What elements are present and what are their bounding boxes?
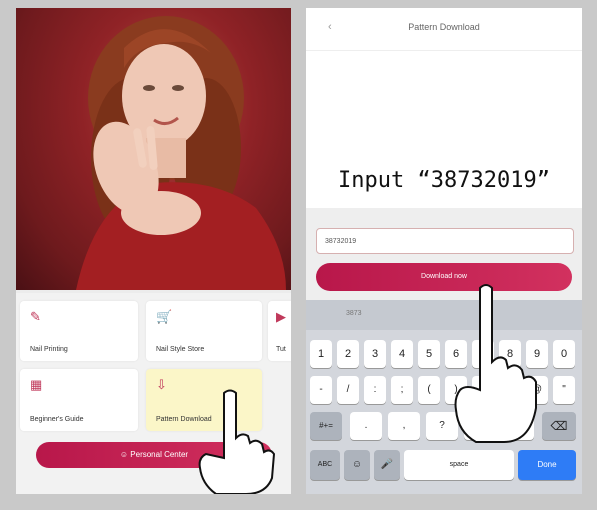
key-3[interactable]: 3 — [364, 340, 386, 368]
key-period[interactable]: . — [350, 412, 382, 440]
pattern-code-field[interactable] — [316, 228, 574, 254]
pointing-hand-icon — [198, 389, 276, 494]
pointing-hand-icon — [454, 284, 537, 443]
key-5[interactable]: 5 — [418, 340, 440, 368]
right-phone-screen: ‹ Pattern Download Input “38732019” Down… — [306, 8, 582, 494]
key-open-paren[interactable]: ( — [418, 376, 440, 404]
play-icon: ▶ — [276, 309, 286, 324]
cart-icon: 🛒 — [156, 309, 173, 324]
tile-beginners-guide[interactable]: ▦ Beginner's Guide — [20, 369, 138, 431]
personal-center-label: Personal Center — [130, 450, 189, 459]
key-1[interactable]: 1 — [310, 340, 332, 368]
key-2[interactable]: 2 — [337, 340, 359, 368]
woman-portrait-illustration — [76, 16, 286, 290]
hero-photo — [16, 8, 291, 290]
key-abc[interactable]: ABC — [310, 450, 340, 480]
space-key[interactable]: space — [404, 450, 514, 480]
tile-nail-printing[interactable]: ✎ Nail Printing — [20, 301, 138, 361]
pen-icon: ✎ — [30, 309, 41, 324]
done-key[interactable]: Done — [518, 450, 576, 480]
key-colon[interactable]: : — [364, 376, 386, 404]
key-dash[interactable]: - — [310, 376, 332, 404]
tile-label: Nail Style Store — [156, 346, 205, 353]
key-semicolon[interactable]: ; — [391, 376, 413, 404]
tile-tutorial[interactable]: ▶ Tut — [268, 301, 291, 361]
key-4[interactable]: 4 — [391, 340, 413, 368]
user-icon: ☺ — [119, 450, 131, 459]
left-phone-screen: ✎ Nail Printing 🛒 Nail Style Store ▶ Tut… — [16, 8, 291, 494]
key-slash[interactable]: / — [337, 376, 359, 404]
emoji-key[interactable]: ☺ — [344, 450, 370, 480]
download-icon: ⇩ — [156, 377, 167, 392]
tile-label: Beginner's Guide — [30, 416, 84, 423]
nav-bar: ‹ Pattern Download — [306, 8, 582, 51]
key-0[interactable]: 0 — [553, 340, 575, 368]
tile-nail-style-store[interactable]: 🛒 Nail Style Store — [146, 301, 262, 361]
page-title: Pattern Download — [408, 22, 480, 32]
tile-label: Nail Printing — [30, 346, 68, 353]
microphone-key[interactable]: 🎤 — [374, 450, 400, 480]
suggestion-text[interactable]: 3873 — [346, 310, 362, 317]
key-symbols[interactable]: #+= — [310, 412, 342, 440]
instruction-caption: Input “38732019” — [338, 168, 550, 193]
pattern-code-input[interactable] — [317, 229, 563, 253]
backspace-key[interactable]: ⌫ — [542, 412, 576, 440]
tile-label: Tut — [276, 346, 286, 353]
grid-icon: ▦ — [30, 377, 43, 392]
key-quote[interactable]: " — [553, 376, 575, 404]
key-comma[interactable]: , — [388, 412, 420, 440]
